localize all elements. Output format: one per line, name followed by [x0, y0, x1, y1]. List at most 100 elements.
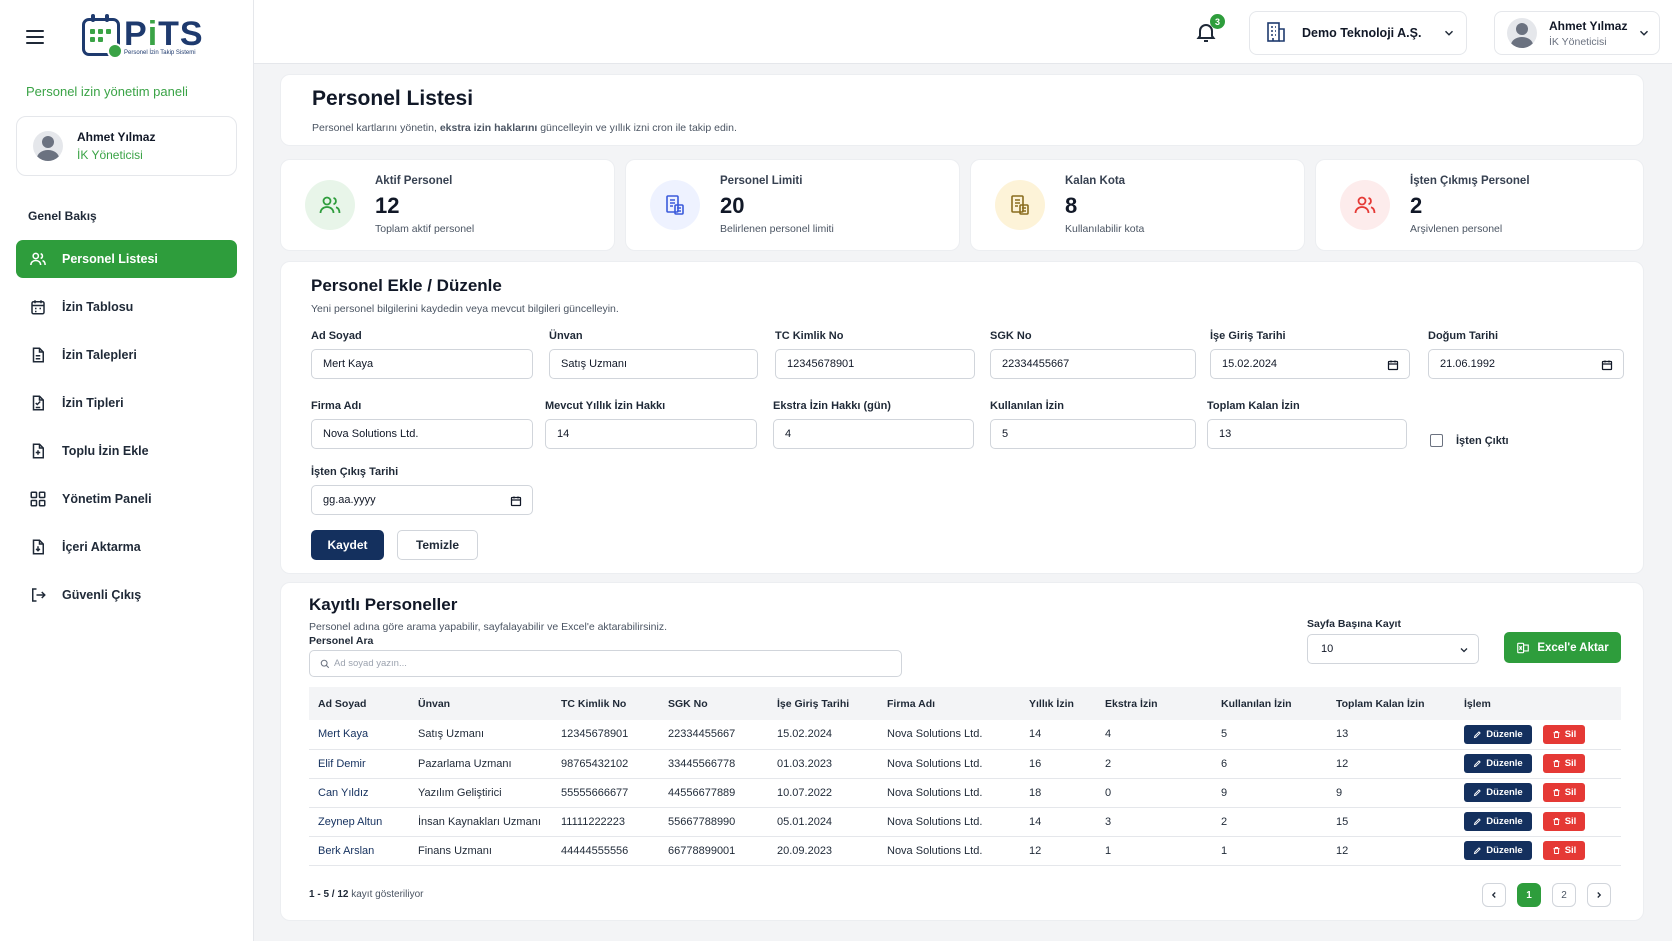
row-actions: Düzenle Sil [1455, 749, 1621, 779]
sgk-input[interactable]: 22334455667 [990, 349, 1196, 379]
edit-button[interactable]: Düzenle [1464, 841, 1532, 860]
import-icon [28, 538, 48, 556]
stat-card-aktif-personel: Aktif Personel 12 Toplam aktif personel [280, 159, 615, 251]
sidebar-item-izin-tablosu[interactable]: İzin Tablosu [16, 288, 237, 326]
column-header[interactable]: Firma Adı [878, 687, 1020, 720]
ise-giris-field: İşe Giriş Tarihi 15.02.2024 [1210, 330, 1410, 379]
table-cell: Finans Uzmanı [409, 836, 552, 866]
table-cell: 66778899001 [659, 836, 768, 866]
pencil-icon [1474, 730, 1482, 738]
form-title: Personel Ekle / Düzenle [311, 276, 502, 295]
stat-label: Personel Limiti [720, 175, 803, 187]
building-icon [1264, 20, 1288, 47]
ad-soyad-input[interactable]: Mert Kaya [311, 349, 533, 379]
table-cell: 22334455667 [659, 720, 768, 750]
sidebar-item-izin-tipleri[interactable]: İzin Tipleri [16, 384, 237, 422]
personnel-form: Personel Ekle / Düzenle Yeni personel bi… [280, 261, 1644, 574]
search-input[interactable]: Ad soyad yazın... [309, 650, 902, 677]
table-cell: Nova Solutions Ltd. [878, 720, 1020, 750]
delete-button[interactable]: Sil [1543, 724, 1585, 744]
row-actions: Düzenle Sil [1455, 807, 1621, 837]
prev-page-button[interactable] [1482, 883, 1506, 907]
table-cell: 13 [1327, 720, 1455, 750]
avatar [1507, 18, 1537, 48]
company-name: Demo Teknoloji A.Ş. [1302, 26, 1422, 40]
table-cell: 9 [1327, 778, 1455, 808]
sidebar-item-yonetim-paneli[interactable]: Yönetim Paneli [16, 480, 237, 518]
firma-input[interactable]: Nova Solutions Ltd. [311, 419, 533, 449]
sidebar-item-personel-listesi[interactable]: Personel Listesi [16, 240, 237, 278]
table-cell: 05.01.2024 [768, 807, 878, 837]
edit-button[interactable]: Düzenle [1464, 724, 1532, 744]
user-menu[interactable]: Ahmet Yılmaz İK Yöneticisi [1494, 11, 1660, 55]
next-page-button[interactable] [1587, 883, 1611, 907]
column-header[interactable]: Ad Soyad [309, 687, 409, 720]
sidebar-item-iceri-aktarma[interactable]: İçeri Aktarma [16, 528, 237, 566]
page-button-2[interactable]: 2 [1552, 883, 1576, 907]
edit-button[interactable]: Düzenle [1464, 812, 1532, 831]
save-button[interactable]: Kaydet [311, 530, 384, 560]
company-selector[interactable]: Demo Teknoloji A.Ş. [1249, 11, 1467, 55]
column-header[interactable]: Toplam Kalan İzin [1327, 687, 1455, 720]
calendar-icon[interactable] [1387, 359, 1399, 374]
edit-button[interactable]: Düzenle [1464, 754, 1532, 773]
table-cell: 20.09.2023 [768, 836, 878, 866]
toplam-kalan-input[interactable]: 13 [1207, 419, 1407, 449]
column-header[interactable]: Ünvan [409, 687, 552, 720]
per-page-select[interactable]: 10 [1307, 634, 1479, 664]
list-subtitle: Personel adına göre arama yapabilir, say… [309, 621, 668, 633]
calendar-icon[interactable] [1601, 359, 1613, 374]
sidebar-item-guvenli-cikis[interactable]: Güvenli Çıkış [16, 576, 237, 614]
users-exit-icon [1340, 180, 1390, 230]
column-header[interactable]: Yıllık İzin [1020, 687, 1096, 720]
toplam-kalan-field: Toplam Kalan İzin 13 [1207, 400, 1407, 449]
dogum-input[interactable]: 21.06.1992 [1428, 349, 1624, 379]
table-cell: Nova Solutions Ltd. [878, 836, 1020, 866]
trash-icon [1553, 760, 1560, 767]
column-header[interactable]: TC Kimlik No [552, 687, 659, 720]
yillik-izin-field: Mevcut Yıllık İzin Hakkı 14 [545, 400, 757, 449]
checkbox-box[interactable] [1430, 434, 1443, 447]
sidebar-item-toplu-izin-ekle[interactable]: Toplu İzin Ekle [16, 432, 237, 470]
sidebar-item-izin-talepleri[interactable]: İzin Talepleri [16, 336, 237, 374]
page-subtitle: Personel kartlarını yönetin, ekstra izin… [312, 122, 737, 134]
kullanilan-izin-input[interactable]: 5 [990, 419, 1196, 449]
delete-button[interactable]: Sil [1543, 841, 1585, 860]
delete-button[interactable]: Sil [1543, 812, 1585, 831]
column-header[interactable]: Kullanılan İzin [1212, 687, 1327, 720]
table-row: Berk Arslan Finans Uzmanı 44444555556 66778… [309, 836, 1621, 866]
table-cell: Elif Demir [309, 749, 409, 779]
app-logo[interactable]: PiTS Personel İzin Takip Sistemi [82, 14, 204, 59]
personnel-list: Kayıtlı Personeller Personel adına göre … [280, 582, 1644, 921]
yillik-izin-input[interactable]: 14 [545, 419, 757, 449]
firma-field: Firma Adı Nova Solutions Ltd. [311, 400, 533, 449]
column-header[interactable]: Ekstra İzin [1096, 687, 1212, 720]
delete-button[interactable]: Sil [1543, 783, 1585, 802]
user-role: İK Yöneticisi [77, 148, 143, 162]
dogum-field: Doğum Tarihi 21.06.1992 [1428, 330, 1624, 379]
menu-toggle-icon[interactable] [26, 30, 44, 44]
excel-icon [1517, 642, 1530, 653]
unvan-input[interactable]: Satış Uzmanı [549, 349, 758, 379]
edit-button[interactable]: Düzenle [1464, 783, 1532, 802]
excel-export-button[interactable]: Excel'e Aktar [1504, 632, 1621, 663]
tc-input[interactable]: 12345678901 [775, 349, 975, 379]
isten-cikti-checkbox[interactable]: İşten Çıktı [1430, 434, 1509, 447]
table-cell: 1 [1212, 836, 1327, 866]
ise-giris-input[interactable]: 15.02.2024 [1210, 349, 1410, 379]
table-cell: Zeynep Altun [309, 807, 409, 837]
stat-card-isten-cikmis: İşten Çıkmış Personel 2 Arşivlenen perso… [1315, 159, 1644, 251]
ekstra-izin-input[interactable]: 4 [773, 419, 974, 449]
calendar-icon[interactable] [510, 495, 522, 510]
page-button-1[interactable]: 1 [1517, 883, 1541, 907]
panel-label: Personel izin yönetim paneli [26, 84, 188, 99]
delete-button[interactable]: Sil [1543, 754, 1585, 773]
table-cell: 1 [1096, 836, 1212, 866]
stat-label: İşten Çıkmış Personel [1410, 175, 1530, 187]
table-cell: Satış Uzmanı [409, 720, 552, 750]
clear-button[interactable]: Temizle [397, 530, 478, 560]
trash-icon [1553, 789, 1560, 796]
cikis-tarihi-input[interactable]: gg.aa.yyyy [311, 485, 533, 515]
column-header[interactable]: İşe Giriş Tarihi [768, 687, 878, 720]
column-header[interactable]: SGK No [659, 687, 768, 720]
